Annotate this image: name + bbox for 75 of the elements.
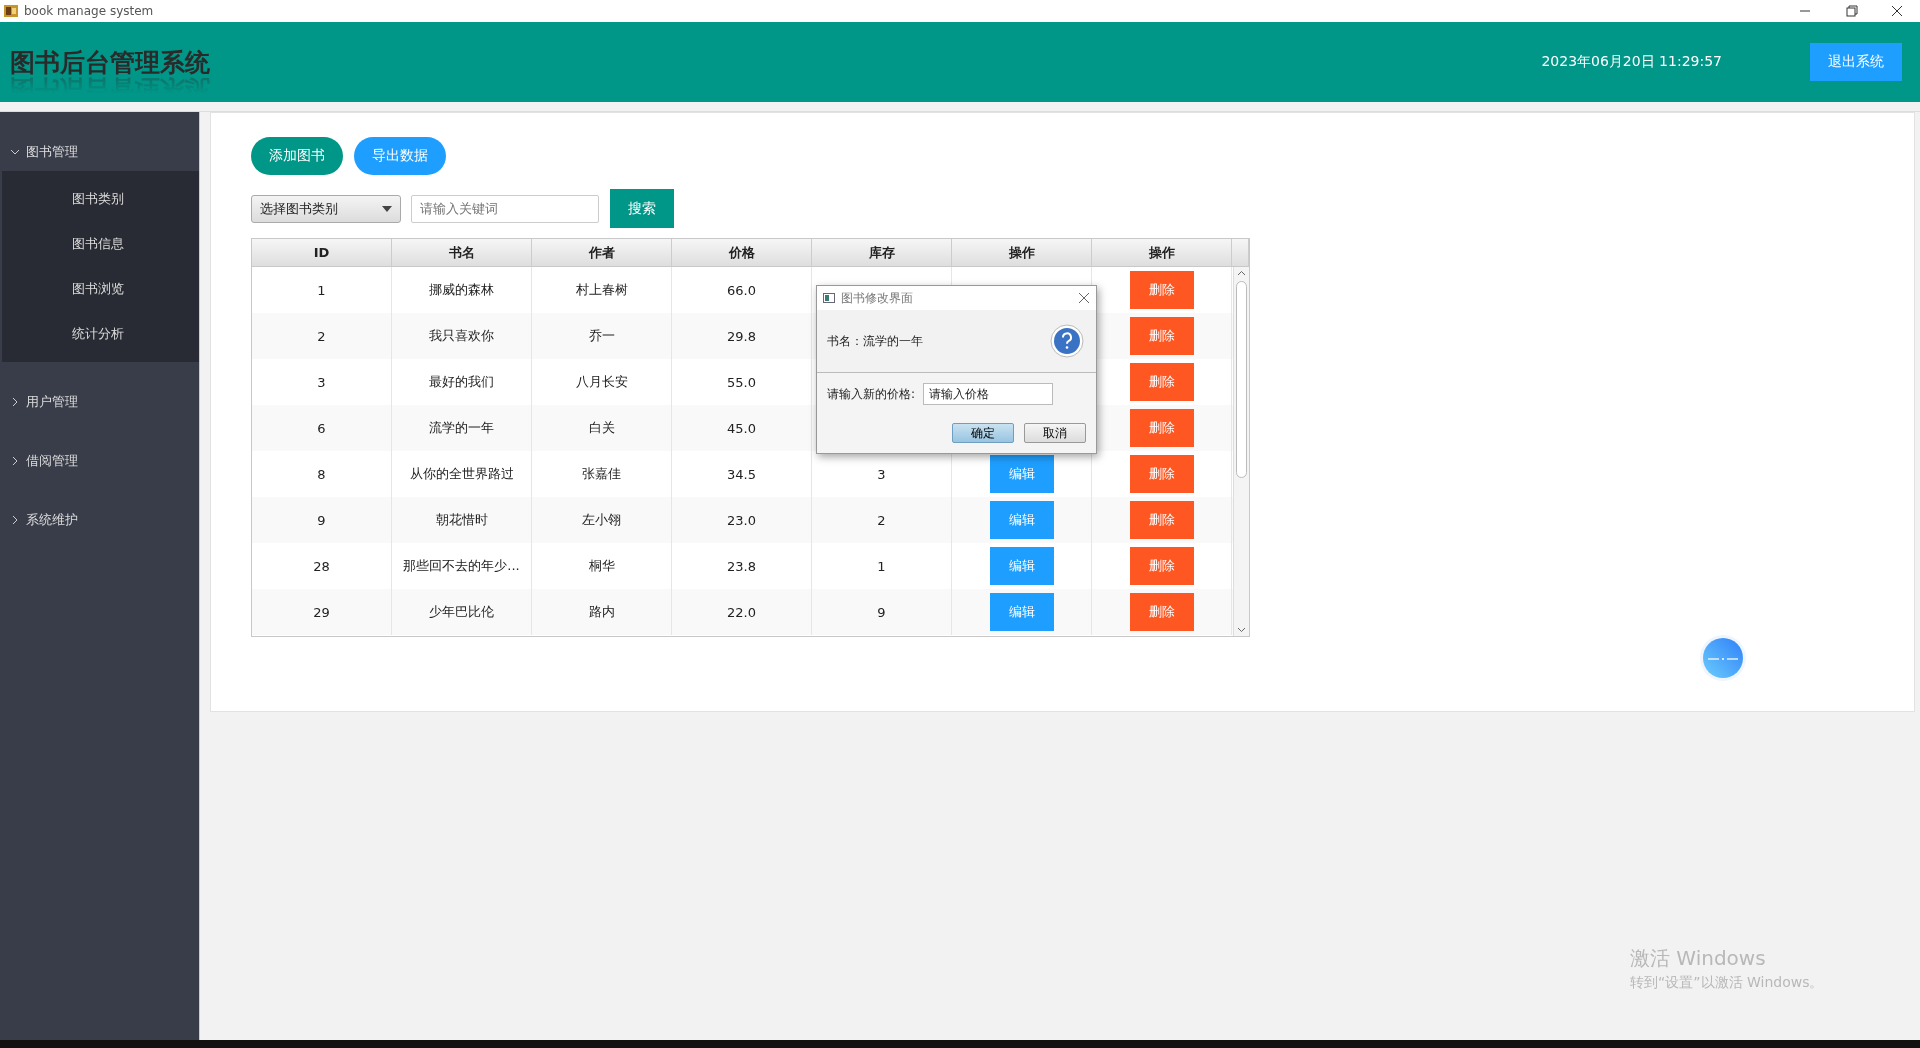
dialog-title: 图书修改界面 <box>841 289 914 307</box>
dropdown-arrow-icon <box>382 205 392 212</box>
table-cell: 最好的我们 <box>429 373 494 391</box>
table-cell: 6 <box>317 420 326 436</box>
table-cell: 流学的一年 <box>429 419 494 437</box>
table-cell: 22.0 <box>727 604 756 620</box>
dialog-message: 书名：流学的一年 <box>827 332 923 350</box>
table-cell: 那些回不去的年少... <box>403 557 520 575</box>
column-header[interactable]: ID <box>252 239 392 267</box>
column-header[interactable]: 操作 <box>1092 239 1232 267</box>
scrollbar[interactable] <box>1233 267 1249 636</box>
chevron-right-icon <box>10 455 20 466</box>
category-dropdown[interactable]: 选择图书类别 <box>251 194 401 223</box>
table-cell: 29 <box>313 604 330 620</box>
nav-item[interactable]: 统计分析 <box>2 311 199 356</box>
table-cell: 挪威的森林 <box>429 281 494 299</box>
table-cell: 29.8 <box>727 328 756 344</box>
close-icon[interactable] <box>1078 292 1090 304</box>
ok-button[interactable]: 确定 <box>952 423 1014 443</box>
price-label: 请输入新的价格: <box>827 385 916 403</box>
nav-item[interactable]: 图书信息 <box>2 221 199 266</box>
column-header[interactable]: 价格 <box>672 239 812 267</box>
column-header[interactable]: 库存 <box>812 239 952 267</box>
app-icon <box>3 4 19 18</box>
question-icon <box>1050 324 1084 358</box>
globe-badge-icon[interactable] <box>1699 634 1747 682</box>
nav-group[interactable]: 借阅管理 <box>0 421 199 480</box>
nav-group[interactable]: 系统维护 <box>0 480 199 539</box>
table-cell: 桐华 <box>588 557 615 575</box>
window-title: book manage system <box>24 4 155 18</box>
table-cell: 9 <box>877 604 886 620</box>
nav-group[interactable]: 用户管理 <box>0 362 199 421</box>
table-cell: 张嘉佳 <box>582 465 621 483</box>
table-cell: 少年巴比伦 <box>429 603 494 621</box>
add-book-button[interactable]: 添加图书 <box>251 137 343 175</box>
table-cell: 2 <box>877 512 886 528</box>
column-header[interactable]: 操作 <box>952 239 1092 267</box>
nav-group[interactable]: 图书管理 <box>0 112 199 171</box>
chevron-right-icon <box>10 514 20 525</box>
table-cell: 3 <box>317 374 326 390</box>
table-cell: 1 <box>317 282 326 298</box>
table-cell: 45.0 <box>727 420 756 436</box>
table-cell: 从你的全世界路过 <box>409 465 514 483</box>
table-cell: 路内 <box>588 603 615 621</box>
table-cell: 9 <box>317 512 326 528</box>
app-title: 图书后台管理系统 <box>10 46 210 79</box>
table-cell: 34.5 <box>727 466 756 482</box>
table-cell: 23.0 <box>727 512 756 528</box>
table-cell: 我只喜欢你 <box>429 327 494 345</box>
window-icon <box>823 293 835 303</box>
table-cell: 28 <box>313 558 330 574</box>
table-cell: 八月长安 <box>575 373 628 391</box>
table-cell: 8 <box>317 466 326 482</box>
column-header[interactable]: 书名 <box>392 239 532 267</box>
table-cell: 23.8 <box>727 558 756 574</box>
nav-item[interactable]: 图书浏览 <box>2 266 199 311</box>
table-cell: 朝花惜时 <box>435 511 488 529</box>
keyword-field[interactable]: 请输入关键词 <box>411 194 599 223</box>
table-cell: 白关 <box>588 419 615 437</box>
date-time: 2023年06月20日 11:29:57 <box>1541 53 1722 71</box>
table-cell: 2 <box>317 328 326 344</box>
table-cell: 1 <box>877 558 886 574</box>
table-cell: 乔一 <box>588 327 615 345</box>
price-field[interactable]: 请输入价格 <box>923 383 1054 405</box>
table-cell: 3 <box>877 466 886 482</box>
cancel-button[interactable]: 取消 <box>1024 423 1086 443</box>
activation-title: 激活 Windows <box>1630 945 1767 972</box>
table-cell: 55.0 <box>727 374 756 390</box>
table-cell: 66.0 <box>727 282 756 298</box>
nav-item[interactable]: 图书类别 <box>2 176 199 221</box>
column-header[interactable]: 作者 <box>532 239 672 267</box>
search-button[interactable]: 搜索 <box>610 189 674 228</box>
chevron-right-icon <box>10 396 20 407</box>
table-cell: 左小翎 <box>582 511 621 529</box>
table-cell: 村上春树 <box>575 281 628 299</box>
